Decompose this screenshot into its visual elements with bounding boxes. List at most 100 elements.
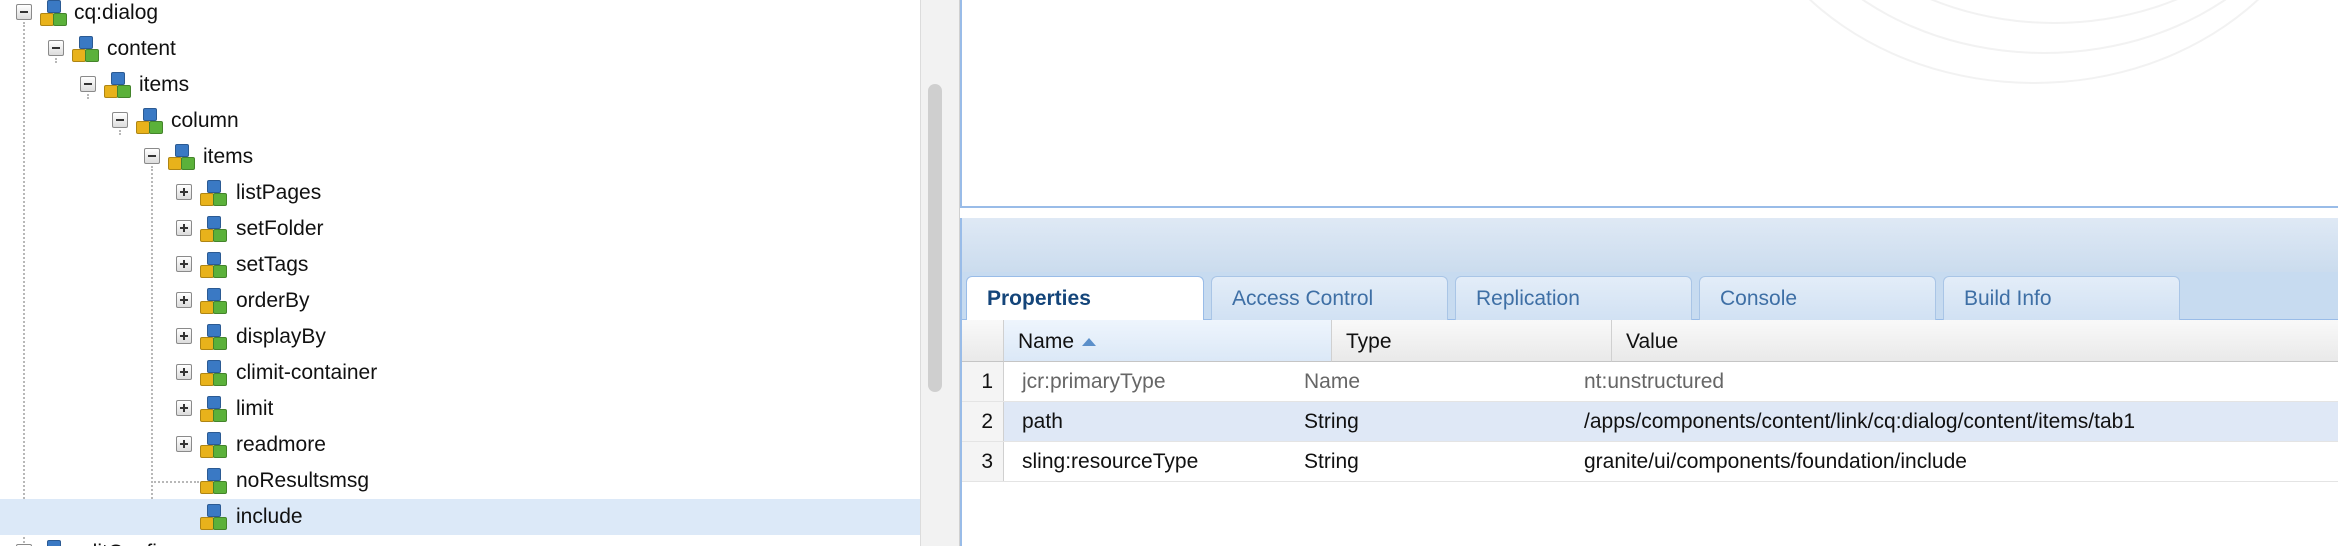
collapse-icon[interactable] bbox=[80, 76, 96, 92]
column-header-value[interactable]: Value bbox=[1612, 320, 2338, 362]
expand-icon[interactable] bbox=[176, 220, 192, 236]
tree-node-label: readmore bbox=[236, 433, 326, 456]
row-number: 1 bbox=[962, 362, 1004, 401]
tree-node-content[interactable]: content bbox=[0, 31, 920, 67]
properties-grid: Name Type Value 1 jcr:primaryType Name n… bbox=[960, 320, 2338, 546]
tree-node-settags[interactable]: setTags bbox=[0, 247, 920, 283]
tree-node-cq-dialog[interactable]: cq:dialog bbox=[0, 0, 920, 31]
expand-icon[interactable] bbox=[176, 328, 192, 344]
row-number: 3 bbox=[962, 442, 1004, 481]
tree-node-readmore[interactable]: readmore bbox=[0, 427, 920, 463]
tree-node-label: setTags bbox=[236, 253, 309, 276]
panel-header bbox=[960, 218, 2338, 272]
node-icon bbox=[198, 395, 228, 423]
collapse-icon[interactable] bbox=[48, 40, 64, 56]
tree-node-limit[interactable]: limit bbox=[0, 391, 920, 427]
property-type: Name bbox=[1304, 370, 1361, 393]
expand-icon[interactable] bbox=[176, 184, 192, 200]
column-header-text: Name bbox=[1018, 330, 1075, 353]
row-number-text: 2 bbox=[981, 410, 993, 433]
tree-node-editconfig[interactable]: editConfig bbox=[0, 535, 920, 546]
row-number: 2 bbox=[962, 402, 1004, 441]
tree-node-noresultsmsg[interactable]: noResultsmsg bbox=[0, 463, 920, 499]
expand-icon[interactable] bbox=[176, 256, 192, 272]
tab-replication[interactable]: Replication bbox=[1455, 276, 1692, 320]
column-header-name[interactable]: Name bbox=[1004, 320, 1332, 362]
tree-node-label: items bbox=[203, 145, 254, 168]
tree-scrollbar[interactable] bbox=[920, 0, 960, 546]
node-icon bbox=[38, 0, 68, 27]
tab-console[interactable]: Console bbox=[1699, 276, 1936, 320]
scrollbar-thumb[interactable] bbox=[928, 84, 942, 392]
node-icon bbox=[102, 71, 132, 99]
tab-build-info[interactable]: Build Info bbox=[1943, 276, 2180, 320]
tab-label: Console bbox=[1720, 287, 1798, 310]
tree-node-label: items bbox=[139, 73, 190, 96]
collapse-icon[interactable] bbox=[112, 112, 128, 128]
tree-node-setfolder[interactable]: setFolder bbox=[0, 211, 920, 247]
node-icon bbox=[198, 251, 228, 279]
expand-icon[interactable] bbox=[176, 436, 192, 452]
property-type: String bbox=[1304, 450, 1359, 473]
node-icon bbox=[38, 539, 68, 546]
editor-area bbox=[960, 0, 2338, 208]
tab-properties[interactable]: Properties bbox=[966, 276, 1204, 321]
tab-access-control[interactable]: Access Control bbox=[1211, 276, 1448, 320]
tree-node-include[interactable]: include bbox=[0, 499, 920, 535]
collapse-icon[interactable] bbox=[16, 4, 32, 20]
collapse-icon[interactable] bbox=[144, 148, 160, 164]
node-icon bbox=[198, 503, 228, 531]
tab-label: Build Info bbox=[1964, 287, 2052, 310]
row-number-text: 3 bbox=[981, 450, 993, 473]
tree-node-label: limit bbox=[236, 397, 274, 420]
table-row[interactable]: 2 path String /apps/components/content/l… bbox=[962, 402, 2338, 442]
column-header-label: Type bbox=[1346, 330, 1392, 353]
tree-node-displayby[interactable]: displayBy bbox=[0, 319, 920, 355]
column-header-label: Value bbox=[1626, 330, 1679, 353]
node-icon bbox=[198, 359, 228, 387]
tree-node-orderby[interactable]: orderBy bbox=[0, 283, 920, 319]
tree-node-label: displayBy bbox=[236, 325, 326, 348]
node-icon bbox=[198, 323, 228, 351]
property-name: path bbox=[1022, 410, 1063, 433]
property-value: /apps/components/content/link/cq:dialog/… bbox=[1584, 410, 2136, 433]
expand-icon[interactable] bbox=[176, 292, 192, 308]
repository-tree: cq:dialog content items column items lis… bbox=[0, 0, 920, 546]
tab-label: Access Control bbox=[1232, 287, 1374, 310]
tab-strip: Properties Access Control Replication Co… bbox=[960, 272, 2338, 321]
tab-label: Properties bbox=[987, 287, 1091, 310]
node-icon bbox=[166, 143, 196, 171]
table-row[interactable]: 1 jcr:primaryType Name nt:unstructured bbox=[962, 362, 2338, 402]
node-icon bbox=[134, 107, 164, 135]
expand-icon[interactable] bbox=[176, 400, 192, 416]
property-type: String bbox=[1304, 410, 1359, 433]
sort-ascending-icon bbox=[1082, 338, 1097, 347]
tree-node-label: cq:dialog bbox=[74, 1, 159, 24]
property-name: jcr:primaryType bbox=[1022, 370, 1166, 393]
table-row[interactable]: 3 sling:resourceType String granite/ui/c… bbox=[962, 442, 2338, 482]
node-icon bbox=[198, 287, 228, 315]
tree-node-items[interactable]: items bbox=[0, 139, 920, 175]
tree-node-label: climit-container bbox=[236, 361, 378, 384]
tree-node-column[interactable]: column bbox=[0, 103, 920, 139]
column-header-label: Name bbox=[1018, 330, 1097, 354]
tree-node-label: content bbox=[107, 37, 176, 60]
tree-node-climit-container[interactable]: climit-container bbox=[0, 355, 920, 391]
expand-icon[interactable] bbox=[176, 364, 192, 380]
tab-label: Replication bbox=[1476, 287, 1580, 310]
tree-node-label: orderBy bbox=[236, 289, 310, 312]
column-header-type[interactable]: Type bbox=[1332, 320, 1612, 362]
tree-node-label: setFolder bbox=[236, 217, 324, 240]
tree-node-label: column bbox=[171, 109, 239, 132]
node-icon bbox=[198, 467, 228, 495]
tree-node-items[interactable]: items bbox=[0, 67, 920, 103]
tree-node-label: noResultsmsg bbox=[236, 469, 370, 492]
tree-node-label: listPages bbox=[236, 181, 322, 204]
tree-node-label: include bbox=[236, 505, 303, 528]
tree-node-listpages[interactable]: listPages bbox=[0, 175, 920, 211]
node-icon bbox=[198, 215, 228, 243]
property-name: sling:resourceType bbox=[1022, 450, 1199, 473]
right-pane: Properties Access Control Replication Co… bbox=[960, 0, 2338, 546]
node-icon bbox=[198, 431, 228, 459]
property-value: granite/ui/components/foundation/include bbox=[1584, 450, 1967, 473]
